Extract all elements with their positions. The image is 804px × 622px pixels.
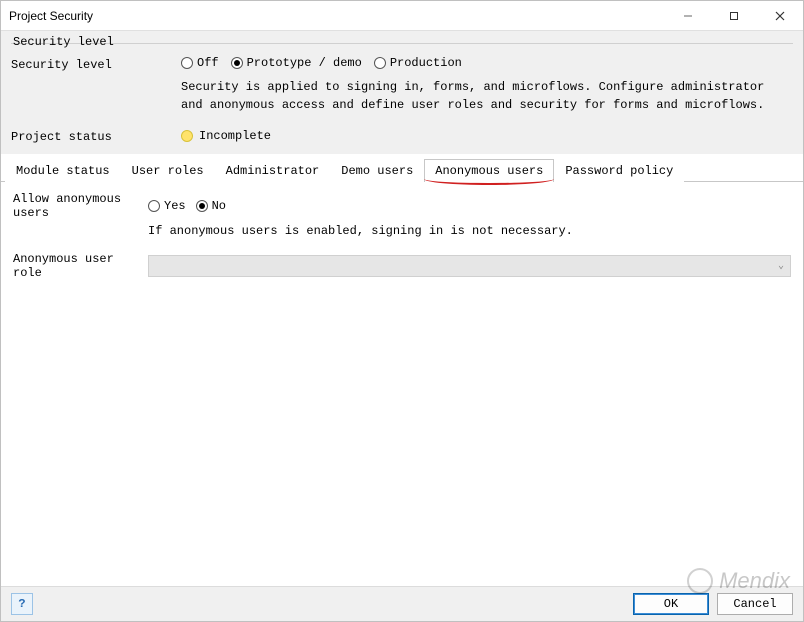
allow-anonymous-label: Allow anonymous users xyxy=(13,192,148,220)
radio-icon xyxy=(196,200,208,212)
security-level-description: Security is applied to signing in, forms… xyxy=(181,78,793,114)
group-title: Security level xyxy=(11,35,116,49)
security-level-row: Security level Off Prototype / demo Prod… xyxy=(11,56,793,72)
dialog-footer: ? OK Cancel xyxy=(1,586,803,621)
maximize-button[interactable] xyxy=(711,1,757,30)
allow-anonymous-hint: If anonymous users is enabled, signing i… xyxy=(148,224,791,238)
security-level-label: Security level xyxy=(11,56,181,72)
allow-anonymous-row: Allow anonymous users Yes No xyxy=(13,192,791,220)
allow-anonymous-yes-radio[interactable]: Yes xyxy=(148,199,186,213)
radio-icon xyxy=(181,57,193,69)
project-status-value: Incomplete xyxy=(199,129,271,143)
anonymous-users-pane: Allow anonymous users Yes No If anonymou… xyxy=(1,182,803,586)
tab-administrator[interactable]: Administrator xyxy=(215,159,331,182)
help-button[interactable]: ? xyxy=(11,593,33,615)
tab-demo-users[interactable]: Demo users xyxy=(330,159,424,182)
ok-button[interactable]: OK xyxy=(633,593,709,615)
tab-user-roles[interactable]: User roles xyxy=(121,159,215,182)
security-level-off-radio[interactable]: Off xyxy=(181,56,219,70)
radio-icon xyxy=(374,57,386,69)
allow-anonymous-no-radio[interactable]: No xyxy=(196,199,226,213)
radio-label: Production xyxy=(390,56,462,70)
tab-strip: Module statusUser rolesAdministratorDemo… xyxy=(1,154,803,182)
radio-label: Prototype / demo xyxy=(247,56,362,70)
security-level-group: Security level Security level Off Protot… xyxy=(1,31,803,154)
radio-icon xyxy=(148,200,160,212)
radio-icon xyxy=(231,57,243,69)
project-security-dialog: Project Security Security level Security… xyxy=(0,0,804,622)
titlebar: Project Security xyxy=(1,1,803,31)
minimize-button[interactable] xyxy=(665,1,711,30)
anonymous-role-label: Anonymous user role xyxy=(13,252,148,280)
security-level-production-radio[interactable]: Production xyxy=(374,56,462,70)
radio-label: No xyxy=(212,199,226,213)
window-title: Project Security xyxy=(9,9,665,23)
cancel-button[interactable]: Cancel xyxy=(717,593,793,615)
project-status-label: Project status xyxy=(11,128,181,144)
anonymous-role-select: ⌄ xyxy=(148,255,791,277)
help-icon: ? xyxy=(18,597,25,611)
tab-password-policy[interactable]: Password policy xyxy=(554,159,684,182)
window-controls xyxy=(665,1,803,30)
security-level-prototype-radio[interactable]: Prototype / demo xyxy=(231,56,362,70)
anonymous-role-row: Anonymous user role ⌄ xyxy=(13,252,791,280)
status-incomplete-icon xyxy=(181,130,193,142)
chevron-down-icon: ⌄ xyxy=(778,260,784,272)
close-button[interactable] xyxy=(757,1,803,30)
tab-module-status[interactable]: Module status xyxy=(5,159,121,182)
radio-label: Yes xyxy=(164,199,186,213)
radio-label: Off xyxy=(197,56,219,70)
project-status-row: Project status Incomplete xyxy=(11,128,793,144)
